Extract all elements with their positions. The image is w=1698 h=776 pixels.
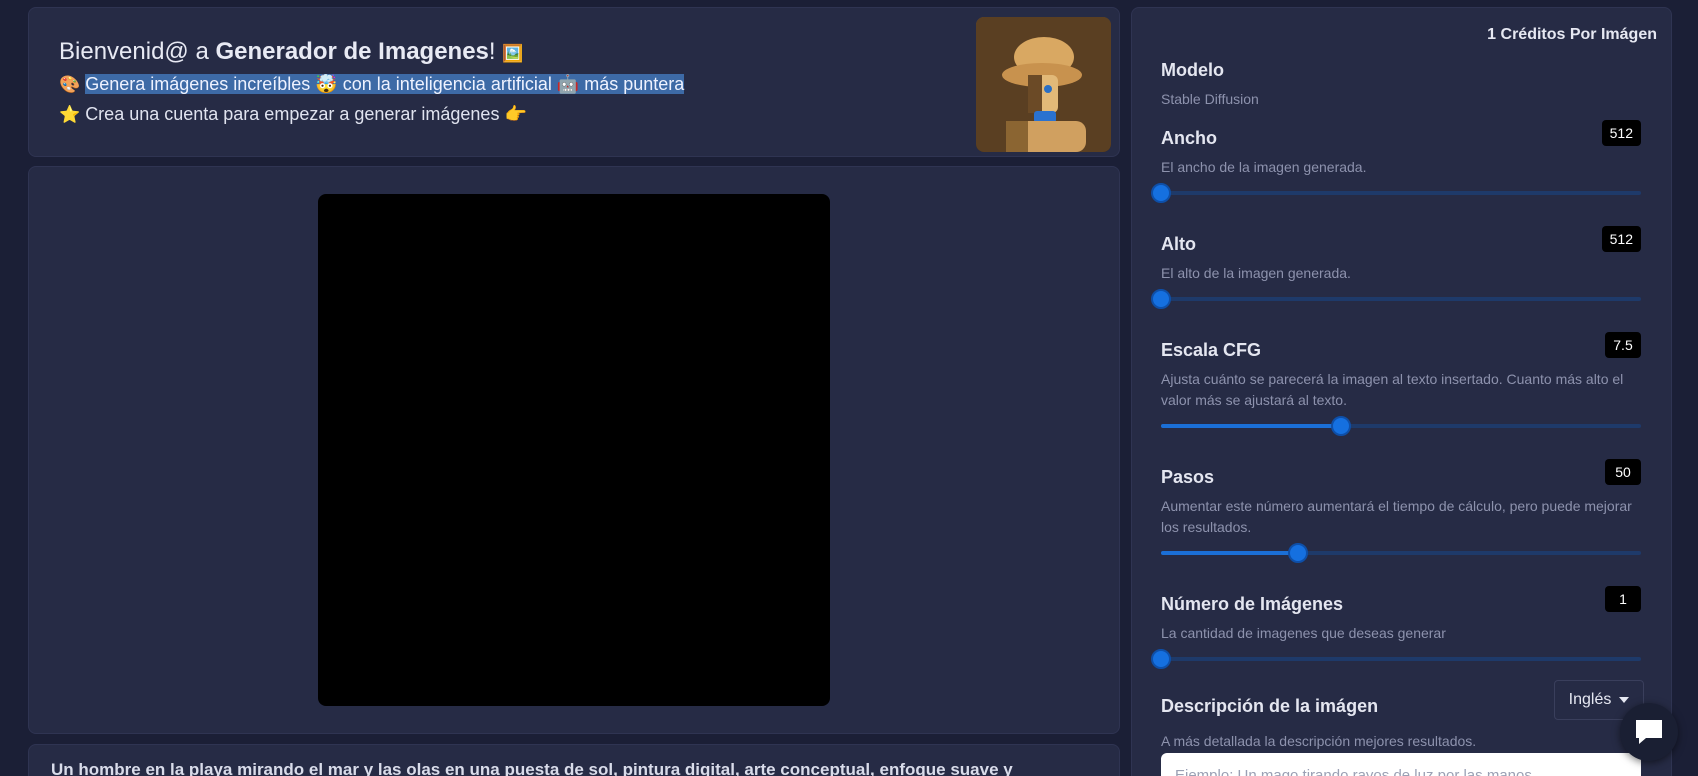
description-desc: A más detallada la descripción mejores r…	[1161, 733, 1477, 749]
model-label: Modelo	[1161, 60, 1224, 80]
width-slider-handle[interactable]	[1151, 183, 1171, 203]
height-value-badge: 512	[1601, 226, 1641, 252]
cfg-slider-fill	[1161, 424, 1341, 428]
cfg-slider[interactable]	[1161, 416, 1641, 436]
chat-bubble-icon	[1636, 720, 1662, 744]
language-selected: Inglés	[1568, 691, 1612, 708]
welcome-title: Bienvenid@ a Generador de Imagenes! 🖼️	[59, 38, 524, 65]
picture-icon: 🖼️	[502, 44, 524, 64]
num-images-setting: Número de Imágenes 1 La cantidad de imag…	[1151, 586, 1641, 669]
tagline: 🎨 Genera imágenes increíbles 🤯 con la in…	[59, 74, 685, 95]
steps-desc: Aumentar este número aumentará el tiempo…	[1161, 498, 1632, 535]
prompt-example-text: Un hombre en la playa mirando el mar y l…	[51, 760, 1013, 776]
description-textarea[interactable]: Ejemplo: Un mago tirando rayos de luz po…	[1161, 753, 1641, 776]
app-name: Generador de Imagenes	[215, 38, 489, 65]
steps-slider-fill	[1161, 551, 1299, 555]
cfg-slider-handle[interactable]	[1331, 416, 1351, 436]
model-setting: Modelo Stable Diffusion	[1161, 60, 1641, 110]
steps-setting: Pasos 50 Aumentar este número aumentará …	[1161, 459, 1641, 563]
steps-label: Pasos	[1161, 467, 1215, 487]
num-images-desc: La cantidad de imagenes que deseas gener…	[1161, 625, 1446, 641]
palette-icon: 🎨	[59, 75, 81, 95]
num-images-slider-handle[interactable]	[1151, 649, 1171, 669]
height-slider[interactable]	[1151, 289, 1641, 309]
tagline-text: Genera imágenes increíbles 🤯 con la inte…	[85, 74, 685, 94]
description-placeholder: Ejemplo: Un mago tirando rayos de luz po…	[1175, 767, 1532, 776]
height-desc: El alto de la imagen generada.	[1161, 265, 1351, 281]
generated-image-canvas	[318, 194, 830, 706]
cfg-value-badge: 7.5	[1605, 332, 1641, 358]
width-setting: Ancho 512 El ancho de la imagen generada…	[1151, 120, 1641, 203]
steps-value-badge: 50	[1605, 459, 1641, 485]
steps-slider-handle[interactable]	[1288, 543, 1309, 563]
height-setting: Alto 512 El alto de la imagen generada.	[1151, 226, 1641, 309]
height-slider-handle[interactable]	[1151, 289, 1171, 309]
credits-per-image: 1 Créditos Por Imágen	[1487, 26, 1657, 43]
num-images-value-badge: 1	[1605, 586, 1641, 612]
num-images-slider[interactable]	[1151, 649, 1641, 669]
prompt-example-card: Un hombre en la playa mirando el mar y l…	[28, 744, 1120, 776]
width-desc: El ancho de la imagen generada.	[1161, 159, 1367, 175]
width-label: Ancho	[1161, 128, 1217, 148]
steps-slider[interactable]	[1161, 543, 1641, 563]
robot-figure-illustration	[976, 17, 1111, 152]
settings-panel: 1 Créditos Por Imágen Modelo Stable Diff…	[1131, 7, 1672, 776]
width-value-badge: 512	[1601, 120, 1641, 146]
signup-hint-text: Crea una cuenta para empezar a generar i…	[85, 104, 527, 124]
cfg-desc: Ajusta cuánto se parecerá la imagen al t…	[1161, 371, 1624, 408]
width-slider[interactable]	[1151, 183, 1641, 203]
height-label: Alto	[1161, 234, 1196, 254]
chat-button[interactable]	[1620, 703, 1678, 761]
num-images-label: Número de Imágenes	[1161, 594, 1344, 614]
cfg-label: Escala CFG	[1161, 340, 1262, 360]
cfg-setting: Escala CFG 7.5 Ajusta cuánto se parecerá…	[1161, 332, 1641, 436]
signup-hint: ⭐ Crea una cuenta para empezar a generar…	[59, 104, 527, 125]
sample-image-thumbnail[interactable]	[976, 17, 1111, 152]
model-value: Stable Diffusion	[1161, 91, 1259, 107]
caret-down-icon	[1619, 697, 1630, 703]
header-card: Bienvenid@ a Generador de Imagenes! 🖼️ 🎨…	[28, 7, 1120, 157]
star-icon: ⭐	[59, 105, 81, 125]
preview-card	[28, 166, 1120, 734]
